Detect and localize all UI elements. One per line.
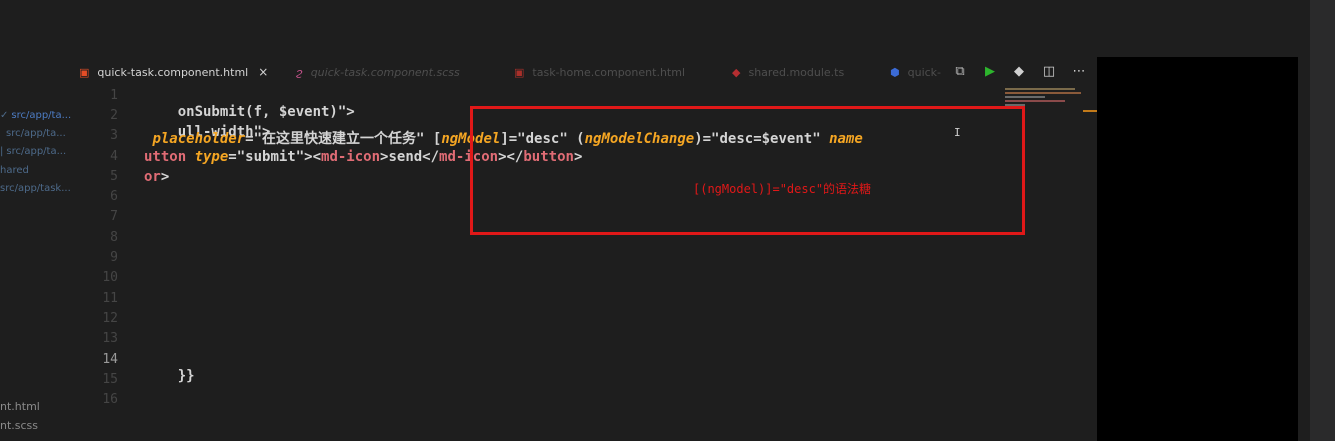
line-number: 16 (102, 392, 118, 407)
code-attr-type: type (194, 149, 229, 165)
code-text: ="submit">< (228, 149, 322, 165)
close-icon[interactable]: × (258, 65, 268, 79)
line-number: 11 (102, 291, 118, 306)
line-number: 7 (110, 209, 118, 224)
line-number: 10 (102, 270, 118, 285)
explorer-item-path: src/app/ta... (11, 110, 72, 121)
check-icon: ✓ (0, 110, 9, 121)
line-number: 6 (110, 189, 118, 204)
tab-quick[interactable]: ⬢ quick- (890, 57, 941, 87)
explorer-item-path: hared (0, 165, 29, 176)
code-tag-md-icon: md-icon (321, 149, 381, 165)
explorer-item-path: src/app/task... (0, 183, 71, 194)
code-text: >send</ (380, 149, 440, 165)
line-number: 1 (110, 88, 118, 103)
explorer-item-path: src/app/ta... (6, 146, 67, 157)
more-icon[interactable]: ⋯ (1071, 64, 1087, 79)
explorer-item[interactable]: ✓ src/app/ta... (0, 110, 71, 121)
code-tag: or (144, 169, 161, 185)
git-icon[interactable]: ◆ (1011, 64, 1027, 79)
tab-label: task-home.component.html (532, 65, 685, 79)
code-text: > (160, 169, 170, 185)
divider-icon: | (0, 146, 4, 157)
explorer-item-path: src/app/ta... (6, 128, 66, 139)
line-number: 2 (110, 108, 118, 123)
line-number: 9 (110, 250, 118, 265)
tab-shared-module[interactable]: ◆ shared.module.ts (732, 57, 844, 87)
sass-icon: ϩ (296, 65, 303, 79)
angular-icon: ⬢ (890, 65, 900, 79)
code-text: }} (177, 368, 195, 384)
html5-icon: ▣ (514, 65, 525, 79)
explorer-sidebar: ✓ src/app/ta... src/app/ta... | src/app/ta… (0, 0, 72, 441)
code-text: ="在这里快速建立一个任务" (245, 131, 433, 147)
vertical-scrollbar[interactable] (1083, 87, 1097, 441)
explorer-item[interactable]: | src/app/ta... (0, 146, 66, 157)
tab-label: quick-task.component.scss (310, 65, 460, 79)
editor-tab-bar: ▣ quick-task.component.html × ϩ quick-ta… (72, 57, 1097, 87)
black-overlay-panel (1097, 57, 1298, 441)
tab-task-home-html[interactable]: ▣ task-home.component.html (514, 57, 685, 87)
scroll-position-marker (1083, 110, 1097, 112)
code-line-14: }} (144, 352, 195, 400)
code-attr-placeholder: placeholder (152, 131, 246, 147)
window-edge-strip (1310, 0, 1335, 441)
split-editor-icon[interactable]: ◫ (1041, 64, 1057, 79)
annotation-text: [(ngModel)]="desc"的语法糖 (693, 182, 872, 196)
tab-label: quick-task.component.html (97, 65, 249, 79)
line-number: 8 (110, 230, 118, 245)
line-number: 13 (102, 331, 118, 346)
line-number: 4 (110, 149, 118, 164)
tab-quick-task-scss[interactable]: ϩ quick-task.component.scss (296, 57, 460, 87)
line-number-current: 14 (102, 352, 118, 367)
tab-quick-task-html[interactable]: ▣ quick-task.component.html × (79, 57, 268, 87)
tab-label: shared.module.ts (748, 65, 845, 79)
explorer-file[interactable]: nt.scss (0, 419, 38, 432)
code-line-5: or> (144, 169, 169, 185)
line-number: 15 (102, 372, 118, 387)
code-tag-button: utton (144, 149, 195, 165)
html5-icon: ▣ (79, 65, 90, 79)
tab-label: quick- (907, 65, 942, 79)
line-number: 12 (102, 311, 118, 326)
run-icon[interactable]: ▶ (982, 64, 998, 79)
explorer-item[interactable]: src/app/ta... (6, 128, 66, 139)
line-number: 5 (110, 169, 118, 184)
angular-icon: ◆ (732, 65, 741, 79)
line-number: 3 (110, 128, 118, 143)
explorer-item[interactable]: hared (0, 165, 29, 176)
compare-icon[interactable]: ⧉ (952, 64, 968, 79)
explorer-item[interactable]: src/app/task... (0, 183, 71, 194)
annotation-highlight-box (470, 106, 1025, 235)
explorer-file[interactable]: nt.html (0, 400, 40, 413)
